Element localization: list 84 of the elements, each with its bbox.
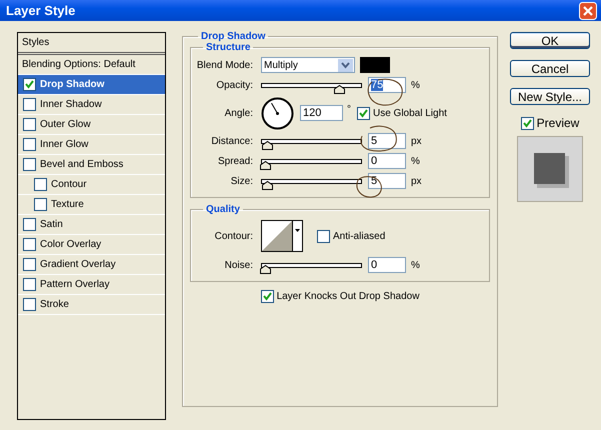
sidebar-item[interactable]: Outer Glow — [18, 115, 165, 135]
sidebar-item[interactable]: Inner Glow — [18, 135, 165, 155]
dialog-button[interactable]: OK — [510, 32, 590, 49]
checkbox-label: Anti-aliased — [333, 230, 386, 242]
item-label: Inner Shadow — [40, 99, 102, 110]
window-title: Layer Style — [6, 3, 76, 18]
unit-label: px — [411, 136, 422, 146]
dropdown-arrow-icon[interactable] — [338, 58, 353, 72]
unit-label: px — [411, 176, 422, 186]
unit-label: % — [411, 156, 420, 166]
unit-label: ° — [347, 104, 351, 114]
group-title: Drop Shadow — [200, 31, 266, 42]
field-label: Angle: — [224, 108, 253, 118]
checkbox[interactable] — [23, 258, 36, 271]
sidebar-item[interactable]: Satin — [18, 215, 165, 235]
sidebar-item[interactable]: Gradient Overlay — [18, 255, 165, 275]
checkbox[interactable] — [23, 298, 36, 311]
checkbox[interactable] — [317, 230, 330, 242]
close-icon[interactable] — [579, 2, 597, 20]
checkbox-label: Use Global Light — [373, 108, 447, 118]
value-field[interactable]: 0 — [368, 257, 406, 273]
sidebar-item[interactable]: Contour — [18, 175, 165, 195]
dialog-button[interactable]: Cancel — [510, 60, 590, 77]
item-label: Pattern Overlay — [40, 279, 110, 290]
item-label: Satin — [40, 219, 63, 230]
item-label: Contour — [51, 179, 87, 190]
item-label: Gradient Overlay — [40, 259, 116, 270]
item-label: Bevel and Emboss — [40, 159, 124, 170]
checkbox[interactable] — [23, 158, 36, 171]
checkbox[interactable] — [23, 78, 36, 91]
item-label: Outer Glow — [40, 119, 91, 130]
item-label: Inner Glow — [40, 139, 88, 150]
field-label: Size: — [230, 176, 253, 186]
slider-thumb[interactable] — [334, 84, 346, 94]
sidebar-item[interactable]: Drop Shadow — [18, 75, 165, 95]
slider-thumb[interactable] — [260, 264, 271, 274]
field-label: Opacity: — [215, 80, 253, 90]
sidebar-item[interactable]: Texture — [18, 195, 165, 215]
unit-label: % — [411, 80, 420, 90]
field-label: Blend Mode: — [196, 60, 253, 70]
value-field[interactable]: 5 — [368, 173, 406, 189]
field-label: Contour: — [214, 230, 253, 242]
checkbox[interactable] — [23, 138, 36, 151]
value-field[interactable]: 0 — [368, 153, 406, 169]
unit-label: % — [411, 260, 420, 270]
checkbox[interactable] — [23, 98, 36, 111]
group-title: Structure — [205, 42, 252, 53]
sidebar-item[interactable]: Bevel and Emboss — [18, 155, 165, 175]
field-label: Distance: — [210, 136, 253, 146]
slider-thumb[interactable] — [262, 140, 273, 150]
checkbox[interactable] — [34, 198, 47, 211]
checkbox[interactable] — [260, 290, 274, 303]
angle-field[interactable]: 120 — [300, 105, 343, 121]
color-swatch[interactable] — [360, 57, 390, 73]
sidebar-item[interactable]: Stroke — [18, 295, 165, 315]
field-label: Noise: — [224, 260, 253, 270]
group-title: Quality — [205, 204, 241, 215]
checkbox[interactable] — [23, 218, 36, 231]
item-label: Stroke — [40, 299, 69, 310]
value-field[interactable]: 75 — [368, 77, 406, 93]
dialog-button[interactable]: New Style... — [510, 88, 590, 105]
item-label: Drop Shadow — [40, 79, 104, 90]
checkbox-label: Preview — [536, 116, 580, 130]
checkbox[interactable] — [23, 118, 36, 131]
checkbox[interactable] — [23, 238, 36, 251]
sidebar-item[interactable]: Color Overlay — [18, 235, 165, 255]
checkbox[interactable] — [520, 116, 534, 130]
checkbox[interactable] — [23, 278, 36, 291]
field-label: Spread: — [216, 156, 253, 166]
angle-dial[interactable] — [261, 96, 294, 130]
styles-header: Styles — [18, 33, 165, 55]
checkbox-label: Layer Knocks Out Drop Shadow — [276, 291, 420, 302]
slider-thumb[interactable] — [262, 180, 273, 190]
sidebar-item[interactable]: Inner Shadow — [18, 95, 165, 115]
contour-picker[interactable] — [261, 220, 303, 252]
style-preview — [517, 136, 583, 202]
slider-thumb[interactable] — [260, 160, 271, 170]
checkbox[interactable] — [34, 178, 47, 191]
checkbox[interactable] — [357, 106, 370, 120]
item-label: Color Overlay — [40, 239, 102, 250]
value-field[interactable]: 5 — [368, 133, 406, 149]
sidebar-item[interactable]: Pattern Overlay — [18, 275, 165, 295]
blend-mode-dropdown[interactable]: Multiply — [261, 57, 355, 73]
item-label: Texture — [51, 199, 84, 210]
